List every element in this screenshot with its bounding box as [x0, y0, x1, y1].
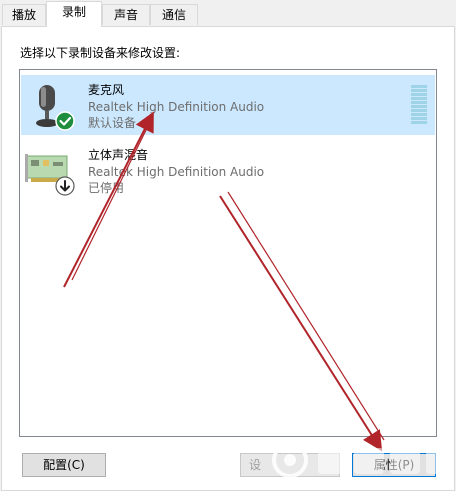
device-info: 麦克风 Realtek High Definition Audio 默认设备	[88, 82, 264, 132]
device-status: 已停用	[88, 181, 125, 195]
tab-playback[interactable]: 播放	[2, 4, 46, 25]
properties-button[interactable]: 属性(P)	[352, 453, 436, 477]
device-driver: Realtek High Definition Audio	[88, 99, 265, 114]
device-name: 麦克风	[88, 83, 125, 97]
device-info: 立体声混音 Realtek High Definition Audio 已停用	[88, 147, 264, 197]
device-driver: Realtek High Definition Audio	[88, 164, 265, 179]
microphone-icon	[36, 85, 75, 131]
tab-sounds[interactable]: 声音	[102, 4, 150, 25]
sound-card-icon	[25, 154, 75, 196]
set-default-button[interactable]: 设	[240, 453, 340, 477]
device-status: 默认设备	[88, 116, 137, 130]
configure-button[interactable]: 配置(C)	[22, 453, 106, 477]
device-list[interactable]: 麦克风 Realtek High Definition Audio 默认设备 立…	[19, 69, 437, 437]
default-check-icon	[55, 111, 75, 131]
device-row-stereo-mix[interactable]: 立体声混音 Realtek High Definition Audio 已停用	[21, 140, 435, 200]
instruction-text: 选择以下录制设备来修改设置:	[20, 46, 181, 60]
level-meter-icon	[411, 85, 427, 124]
device-row-microphone[interactable]: 麦克风 Realtek High Definition Audio 默认设备	[21, 75, 435, 135]
disabled-down-arrow-icon	[55, 176, 75, 196]
tab-communications[interactable]: 通信	[150, 4, 198, 25]
tab-strip: 播放 录制 声音 通信	[0, 0, 456, 27]
tab-recording[interactable]: 录制	[46, 1, 102, 27]
device-name: 立体声混音	[88, 148, 149, 162]
